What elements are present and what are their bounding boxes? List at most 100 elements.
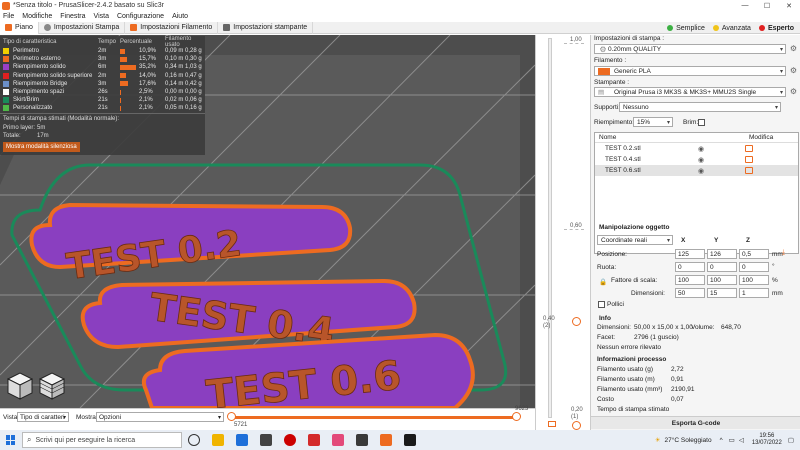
legend-filament: 0,05 m 0,16 g	[165, 105, 202, 112]
layers-view-icon[interactable]	[36, 369, 68, 401]
layer-slider[interactable]: 1,00 0,60 0,40 (2) 0,20 (1)	[535, 35, 590, 430]
printer-edit-icon[interactable]: ⚙	[789, 87, 798, 96]
legend-row[interactable]: Personalizzato 21s 2,1% 0,05 m 0,16 g	[0, 104, 205, 112]
process-value: 2190,91	[671, 386, 695, 393]
supports-combo[interactable]: Nessuno ▾	[619, 102, 781, 112]
minimize-button[interactable]: —	[734, 0, 756, 11]
app-dark-icon[interactable]	[356, 434, 368, 446]
legend-feature-name: Perimetro esterno	[13, 56, 61, 63]
mode-semplice-button[interactable]: Semplice	[663, 22, 709, 34]
legend-row[interactable]: Perimetro esterno 3m 15,7% 0,10 m 0,30 g	[0, 55, 205, 63]
title-bar: *Senza titolo - PrusaSlicer-2.4.2 basato…	[0, 0, 800, 11]
print-settings-combo[interactable]: ⚙ 0.20mm QUALITY ▾	[594, 44, 786, 54]
dimensions-z-input[interactable]: 1	[739, 288, 769, 298]
total-value: 17m	[37, 132, 49, 139]
lock-icon[interactable]	[548, 421, 556, 427]
move-slider-thumb-left[interactable]	[227, 412, 236, 421]
inches-checkbox[interactable]	[598, 301, 605, 308]
scale-z-input[interactable]: 100	[739, 275, 769, 285]
dimensions-y-input[interactable]: 15	[707, 288, 737, 298]
close-button[interactable]: ✕	[778, 0, 800, 11]
info-facets-label: Facet:	[597, 334, 616, 341]
tab-impostazioni-stampa[interactable]: Impostazioni Stampa	[39, 21, 126, 34]
windows-start-icon[interactable]	[6, 435, 16, 445]
sun-icon: ☀	[654, 437, 661, 444]
store-icon[interactable]	[260, 434, 272, 446]
maximize-button[interactable]: ☐	[756, 0, 778, 11]
prusaslicer-taskbar-icon[interactable]	[380, 434, 392, 446]
filament-edit-icon[interactable]: ⚙	[789, 66, 798, 75]
scale-x-input[interactable]: 100	[675, 275, 705, 285]
legend-feature: Riempimento spazi	[3, 89, 98, 96]
taskbar-search-input[interactable]: ⌕ Scrivi qui per eseguire la ricerca	[22, 432, 182, 448]
acrobat-icon[interactable]	[308, 434, 320, 446]
menu-vista[interactable]: Vista	[94, 13, 109, 20]
filament-combo[interactable]: Generic PLA ▾	[594, 66, 786, 76]
print-settings-edit-icon[interactable]: ⚙	[789, 44, 798, 53]
notifications-icon[interactable]: ▢	[788, 436, 794, 444]
export-gcode-button[interactable]: Esporta G-code	[591, 416, 800, 429]
dimensions-x-input[interactable]: 50	[675, 288, 705, 298]
network-icon[interactable]: ▭	[729, 436, 735, 444]
app-black-icon[interactable]	[404, 434, 416, 446]
edit-settings-icon[interactable]	[745, 167, 753, 174]
mode-esperto-button[interactable]: Esperto	[755, 22, 798, 34]
show-options-select[interactable]: Opzioni ▾	[96, 412, 224, 422]
legend-row[interactable]: Riempimento solido superiore 2m 14,0% 0,16 …	[0, 72, 205, 80]
menu-aiuto[interactable]: Aiuto	[172, 13, 188, 20]
windows-taskbar: ⌕ Scrivi qui per eseguire la ricerca ☀ 2…	[0, 430, 800, 450]
edit-settings-icon[interactable]	[745, 145, 753, 152]
app-red-icon[interactable]	[284, 434, 296, 446]
volume-icon[interactable]: ◁	[739, 436, 744, 444]
infill-combo[interactable]: 15% ▾	[633, 117, 673, 127]
legend-row[interactable]: Skirt/Brim 21s 2,1% 0,02 m 0,06 g	[0, 96, 205, 104]
task-view-icon[interactable]	[188, 434, 200, 446]
scale-y-input[interactable]: 100	[707, 275, 737, 285]
tab-impostazioni-stampante[interactable]: Impostazioni stampante	[218, 21, 314, 34]
tray-chevron-up-icon[interactable]: ^	[720, 437, 723, 444]
mode-avanzata-button[interactable]: Avanzata	[709, 22, 755, 34]
eye-icon[interactable]: ◉	[698, 167, 704, 175]
position-x-input[interactable]: 125	[675, 249, 705, 259]
menu-configurazione[interactable]: Configurazione	[117, 13, 164, 20]
rotation-x-input[interactable]: 0	[675, 262, 705, 272]
upper-thumb[interactable]	[572, 317, 581, 326]
legend-row[interactable]: Riempimento spazi 26s 2,5% 0,00 m 0,00 g	[0, 88, 205, 96]
rotation-y-input[interactable]: 0	[707, 262, 737, 272]
tab-piano[interactable]: Piano	[0, 21, 39, 34]
edit-settings-icon[interactable]	[745, 156, 753, 163]
coordinates-combo[interactable]: Coordinate reali ▾	[597, 235, 673, 245]
legend-row[interactable]: Perimetro 2m 10,9% 0,09 m 0,28 g	[0, 47, 205, 55]
app-pink-icon[interactable]	[332, 434, 344, 446]
weather-text[interactable]: 27°C Soleggiato	[665, 437, 712, 444]
scale-lock-icon[interactable]: 🔒	[599, 278, 607, 286]
brim-checkbox[interactable]	[698, 119, 705, 126]
object-list-item[interactable]: TEST 0.4.stl ◉	[595, 154, 798, 165]
layer-slider-track[interactable]	[548, 38, 552, 418]
menu-modifiche[interactable]: Modifiche	[22, 13, 52, 20]
move-slider[interactable]	[230, 416, 513, 419]
move-slider-thumb-right[interactable]	[512, 412, 521, 421]
menu-file[interactable]: File	[3, 13, 14, 20]
object-list-item[interactable]: TEST 0.2.stl ◉	[595, 143, 798, 154]
clock[interactable]: 19:56 13/07/2022	[752, 433, 782, 447]
eye-icon[interactable]: ◉	[698, 145, 704, 153]
mail-icon[interactable]	[236, 434, 248, 446]
view-cube-icon[interactable]	[4, 369, 36, 401]
legend-row[interactable]: Riempimento Bridge 3m 17,6% 0,14 m 0,42 g	[0, 80, 205, 88]
position-z-input[interactable]: 0,5	[739, 249, 769, 259]
position-y-input[interactable]: 126	[707, 249, 737, 259]
object-list-item[interactable]: TEST 0.6.stl ◉	[595, 165, 798, 176]
view-type-select[interactable]: Tipo di caratteri ▾	[17, 412, 69, 422]
tab-impostazioni-filamento[interactable]: Impostazioni Filamento	[125, 21, 219, 34]
printer-combo[interactable]: ▤ Original Prusa i3 MK3S & MK3S+ MMU2S S…	[594, 87, 786, 97]
preview-bottom-bar: Vista Tipo di caratteri ▾ Mostra Opzioni…	[0, 406, 535, 430]
rotation-z-input[interactable]: 0	[739, 262, 769, 272]
eye-icon[interactable]: ◉	[698, 156, 704, 164]
file-explorer-icon[interactable]	[212, 434, 224, 446]
lower-thumb[interactable]	[572, 421, 581, 430]
silent-mode-button[interactable]: Mostra modalità silenziosa	[3, 141, 80, 152]
legend-row[interactable]: Riempimento solido 6m 35,2% 0,34 m 1,03 g	[0, 63, 205, 71]
menu-finestra[interactable]: Finestra	[60, 13, 85, 20]
drop-to-bed-icon[interactable]: ⤓	[782, 249, 785, 257]
